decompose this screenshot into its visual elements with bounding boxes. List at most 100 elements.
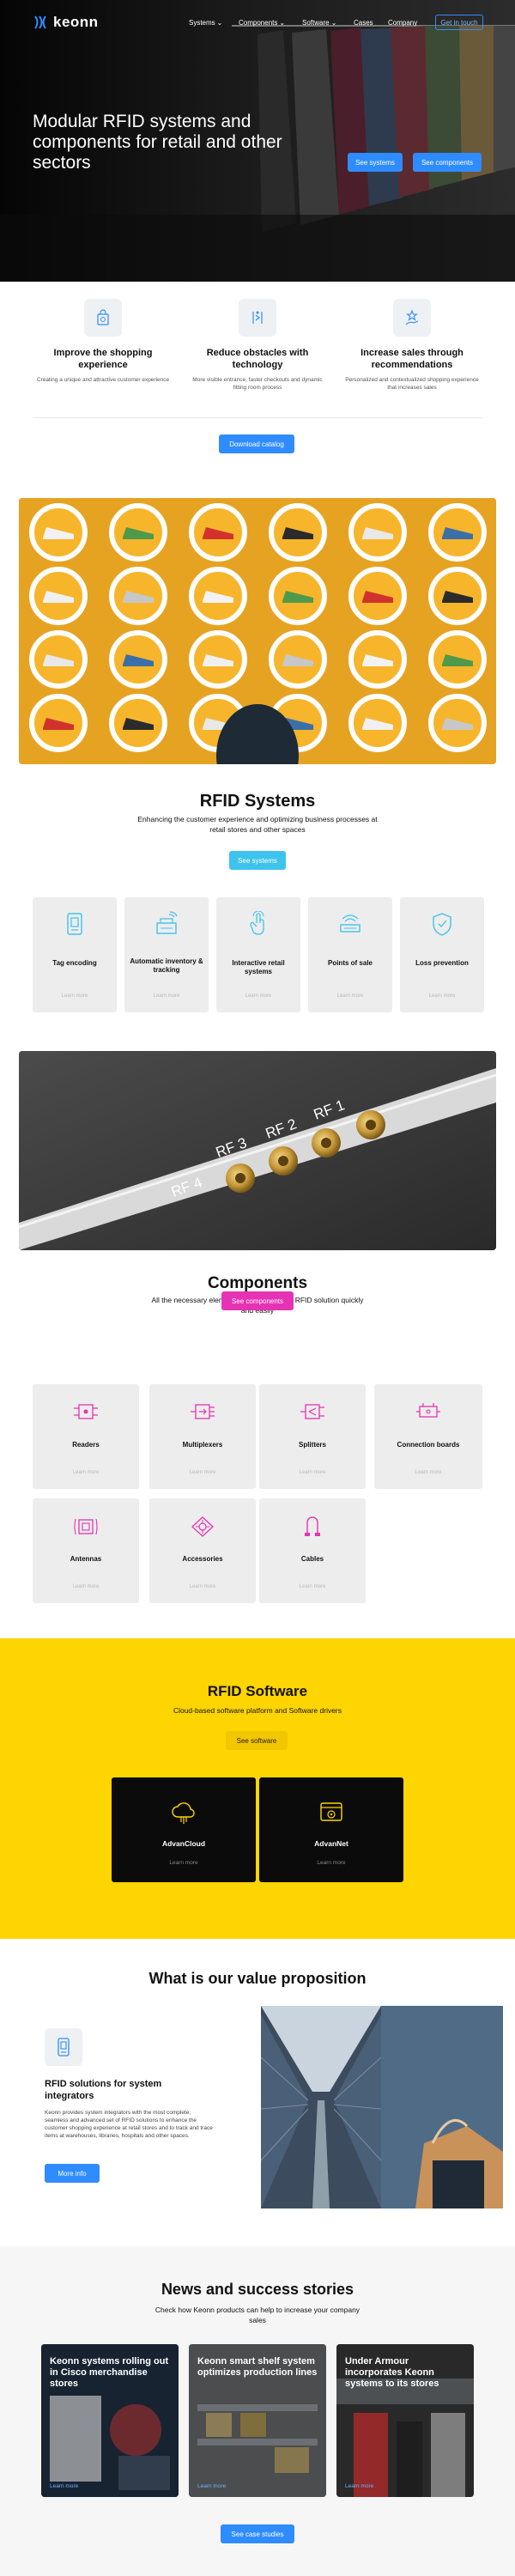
chevron-down-icon: ⌄ (216, 19, 223, 27)
component-card-connection-boards[interactable]: Connection boards Learn more (374, 1384, 482, 1489)
cloud-icon (172, 1802, 195, 1824)
accessories-icon (191, 1516, 214, 1537)
card-title: Automatic inventory & tracking (130, 957, 203, 974)
feature-desc: More visible entrance, faster checkouts … (192, 377, 323, 391)
nav-item-label: Systems (189, 19, 215, 27)
shoe-wall-illustration (19, 498, 496, 764)
value-item-desc: Keonn provides system integrators with t… (45, 2110, 213, 2139)
download-catalog-button[interactable]: Download catalog (219, 434, 294, 453)
see-components-button[interactable]: See components (413, 153, 482, 172)
card-title: Points of sale (327, 959, 373, 967)
shield-icon (433, 913, 451, 936)
nav-item-label: Software (302, 19, 330, 27)
see-systems-button[interactable]: See systems (348, 153, 403, 172)
system-card-tag-encoding[interactable]: Tag encoding Learn more (33, 897, 117, 1012)
system-card-inventory[interactable]: Automatic inventory & tracking Learn mor… (124, 897, 209, 1012)
system-card-pos[interactable]: Points of sale Learn more (308, 897, 392, 1012)
nav-links: Systems ⌄ Components ⌄ Software ⌄ Cases Com… (189, 19, 431, 27)
learn-more-link[interactable]: Learn more (33, 1470, 139, 1475)
hand-star-icon (393, 299, 431, 337)
cable-icon (305, 1516, 320, 1536)
learn-more-link[interactable]: Learn more (197, 2483, 226, 2489)
nav-item-components[interactable]: Components ⌄ (239, 19, 302, 27)
learn-more-link[interactable]: Learn more (124, 993, 209, 999)
component-card-multiplexers[interactable]: Multiplexers Learn more (149, 1384, 256, 1489)
value-proposition-title: What is our value proposition (148, 1970, 367, 1987)
get-in-touch-button[interactable]: Get in touch (435, 15, 483, 30)
learn-more-link[interactable]: Learn more (259, 1860, 403, 1866)
reader-ports-illustration: RF 4 RF 3 RF 2 RF 1 (19, 1051, 496, 1250)
nav-item-software[interactable]: Software ⌄ (302, 19, 354, 27)
component-card-antennas[interactable]: Antennas Learn more (33, 1498, 139, 1603)
rfid-reader-ports-image: RF 4 RF 3 RF 2 RF 1 (19, 1051, 496, 1250)
top-nav: keonn Systems ⌄ Components ⌄ Software ⌄ Cas… (0, 0, 515, 45)
card-title: Accessories (182, 1555, 223, 1563)
keonn-logo[interactable]: keonn (33, 14, 99, 31)
news-card-title: Keonn smart shelf system optimizes produ… (197, 2356, 318, 2378)
component-card-readers[interactable]: Readers Learn more (33, 1384, 139, 1489)
multiplexer-icon (191, 1404, 215, 1419)
see-software-button[interactable]: See software (226, 1731, 288, 1750)
learn-more-link[interactable]: Learn more (112, 1860, 256, 1866)
components-title: Components (207, 1274, 308, 1292)
component-card-accessories[interactable]: Accessories Learn more (149, 1498, 256, 1603)
feature-shopping-experience: Improve the shopping experience Creating… (34, 299, 172, 384)
learn-more-link[interactable]: Learn more (33, 993, 117, 999)
tag-encoder-icon (67, 913, 82, 935)
antenna-icon (74, 1518, 98, 1535)
software-card-advannet[interactable]: AdvanNet Learn more (259, 1777, 403, 1882)
card-title: Cables (300, 1555, 324, 1563)
card-title: AdvanNet (314, 1839, 348, 1848)
see-components-section-button[interactable]: See components (221, 1291, 294, 1310)
system-card-interactive[interactable]: Interactive retail systems Learn more (216, 897, 300, 1012)
component-card-splitters[interactable]: Splitters Learn more (259, 1384, 366, 1489)
keonn-logo-icon (34, 15, 46, 29)
software-title: RFID Software (207, 1683, 308, 1699)
learn-more-link[interactable]: Learn more (259, 1470, 366, 1475)
card-title: Connection boards (397, 1441, 460, 1449)
news-card-title: Under Armour incorporates Keonn systems … (345, 2356, 439, 2389)
news-card-under-armour[interactable]: Under Armour incorporates Keonn systems … (336, 2344, 474, 2497)
integrator-device-icon (45, 2028, 82, 2066)
see-case-studies-button[interactable]: See case studies (221, 2524, 294, 2543)
nav-item-cases[interactable]: Cases (354, 19, 388, 27)
component-card-cables[interactable]: Cables Learn more (259, 1498, 366, 1603)
learn-more-link[interactable]: Learn more (149, 1584, 256, 1589)
learn-more-link[interactable]: Learn more (345, 2483, 373, 2489)
learn-more-link[interactable]: Learn more (216, 993, 300, 999)
news-card-title: Keonn systems rolling out in Cisco merch… (50, 2356, 169, 2389)
shopping-bag-icon (84, 299, 122, 337)
hero-section: keonn Systems ⌄ Components ⌄ Software ⌄ Cas… (0, 0, 515, 282)
value-item-title: RFID solutions for system integrators (45, 2079, 162, 2101)
more-info-button[interactable]: More info (45, 2164, 100, 2183)
chevron-down-icon: ⌄ (279, 19, 286, 27)
warehouse-illustration (261, 2006, 503, 2208)
software-card-advancloud[interactable]: AdvanCloud Learn more (112, 1777, 256, 1882)
feature-title: Improve the shopping experience (53, 348, 153, 370)
system-card-loss-prevention[interactable]: Loss prevention Learn more (400, 897, 484, 1012)
card-title: AdvanCloud (161, 1839, 206, 1848)
card-title: Multiplexers (182, 1441, 223, 1449)
learn-more-link[interactable]: Learn more (33, 1584, 139, 1589)
learn-more-link[interactable]: Learn more (400, 993, 484, 999)
splitter-icon (300, 1404, 324, 1419)
connection-board-icon (416, 1403, 440, 1418)
rfid-systems-subtitle: Enhancing the customer experience and op… (137, 815, 378, 834)
touch-hand-icon (250, 911, 264, 935)
see-systems-section-button[interactable]: See systems (229, 851, 286, 870)
reader-icon (74, 1404, 98, 1419)
news-subtitle: Check how Keonn products can help to inc… (154, 2306, 360, 2324)
news-card-smart-shelf[interactable]: Keonn smart shelf system optimizes produ… (189, 2344, 326, 2497)
learn-more-link[interactable]: Learn more (374, 1470, 482, 1475)
learn-more-link[interactable]: Learn more (259, 1584, 366, 1589)
nav-item-company[interactable]: Company (388, 19, 431, 27)
gate-icon (239, 299, 276, 337)
news-card-cisco[interactable]: Keonn systems rolling out in Cisco merch… (41, 2344, 179, 2497)
feature-increase-sales: Increase sales through recommendations P… (343, 299, 481, 392)
learn-more-link[interactable]: Learn more (308, 993, 392, 999)
nav-item-systems[interactable]: Systems ⌄ (189, 19, 239, 27)
learn-more-link[interactable]: Learn more (149, 1470, 256, 1475)
learn-more-link[interactable]: Learn more (50, 2483, 78, 2489)
hero-title: Modular RFID systems and components for … (33, 112, 282, 173)
card-title: Antennas (70, 1555, 102, 1563)
